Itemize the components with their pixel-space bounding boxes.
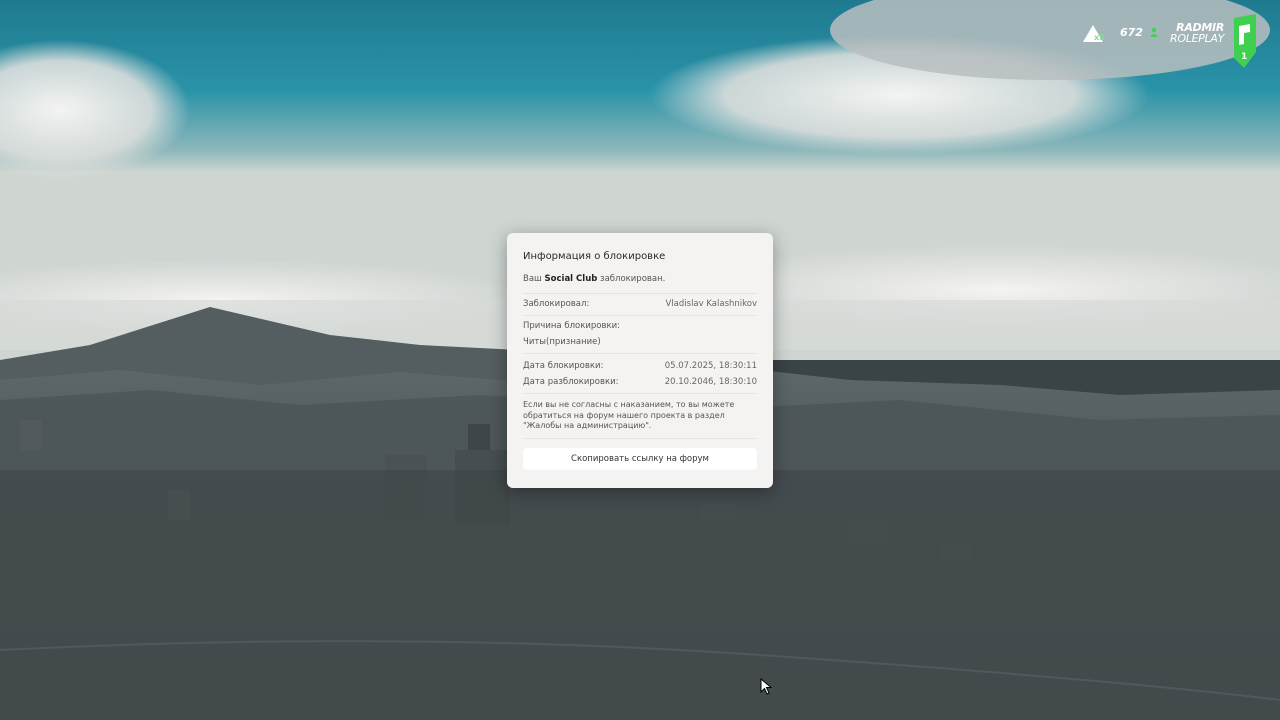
server-brand: RADMIR ROLEPLAY	[1154, 22, 1224, 44]
hud-server-info: x2 672 RADMIR ROLEPLAY 1	[1082, 14, 1262, 68]
divider	[523, 393, 757, 394]
x2-bonus-label: x2	[1094, 33, 1105, 42]
copy-forum-link-button[interactable]: Скопировать ссылку на форум	[523, 448, 757, 470]
block-date-label: Дата блокировки:	[523, 361, 604, 371]
status-suffix: заблокирован.	[600, 274, 666, 284]
blocked-by-label: Заблокировал:	[523, 299, 590, 309]
divider	[523, 293, 757, 294]
status-prefix: Ваш	[523, 274, 542, 284]
divider	[523, 438, 757, 439]
divider	[523, 353, 757, 354]
mouse-cursor-icon	[760, 678, 772, 695]
dialog-title: Информация о блокировке	[523, 251, 666, 262]
ban-status-text: Ваш Social Club заблокирован.	[523, 274, 665, 284]
ban-info-dialog: Информация о блокировке Ваш Social Club …	[507, 233, 773, 488]
unblock-date-label: Дата разблокировки:	[523, 377, 619, 387]
unblock-date-value: 20.10.2046, 18:30:10	[664, 377, 757, 387]
status-account: Social Club	[544, 274, 598, 284]
online-count: 672	[1120, 26, 1143, 39]
block-date-value: 05.07.2025, 18:30:11	[664, 361, 757, 371]
brand-subtitle: ROLEPLAY	[1170, 32, 1224, 45]
divider	[523, 315, 757, 316]
reason-value: Читы(признание)	[523, 337, 601, 347]
server-number: 1	[1241, 52, 1248, 62]
reason-label: Причина блокировки:	[523, 321, 620, 331]
x2-bonus-badge: x2	[1082, 24, 1106, 46]
appeal-note: Если вы не согласны с наказанием, то вы …	[523, 400, 735, 430]
radmir-logo: 1	[1228, 14, 1260, 68]
online-counter: 672	[1120, 26, 1159, 39]
blocked-by-value: Vladislav Kalashnikov	[665, 299, 758, 309]
